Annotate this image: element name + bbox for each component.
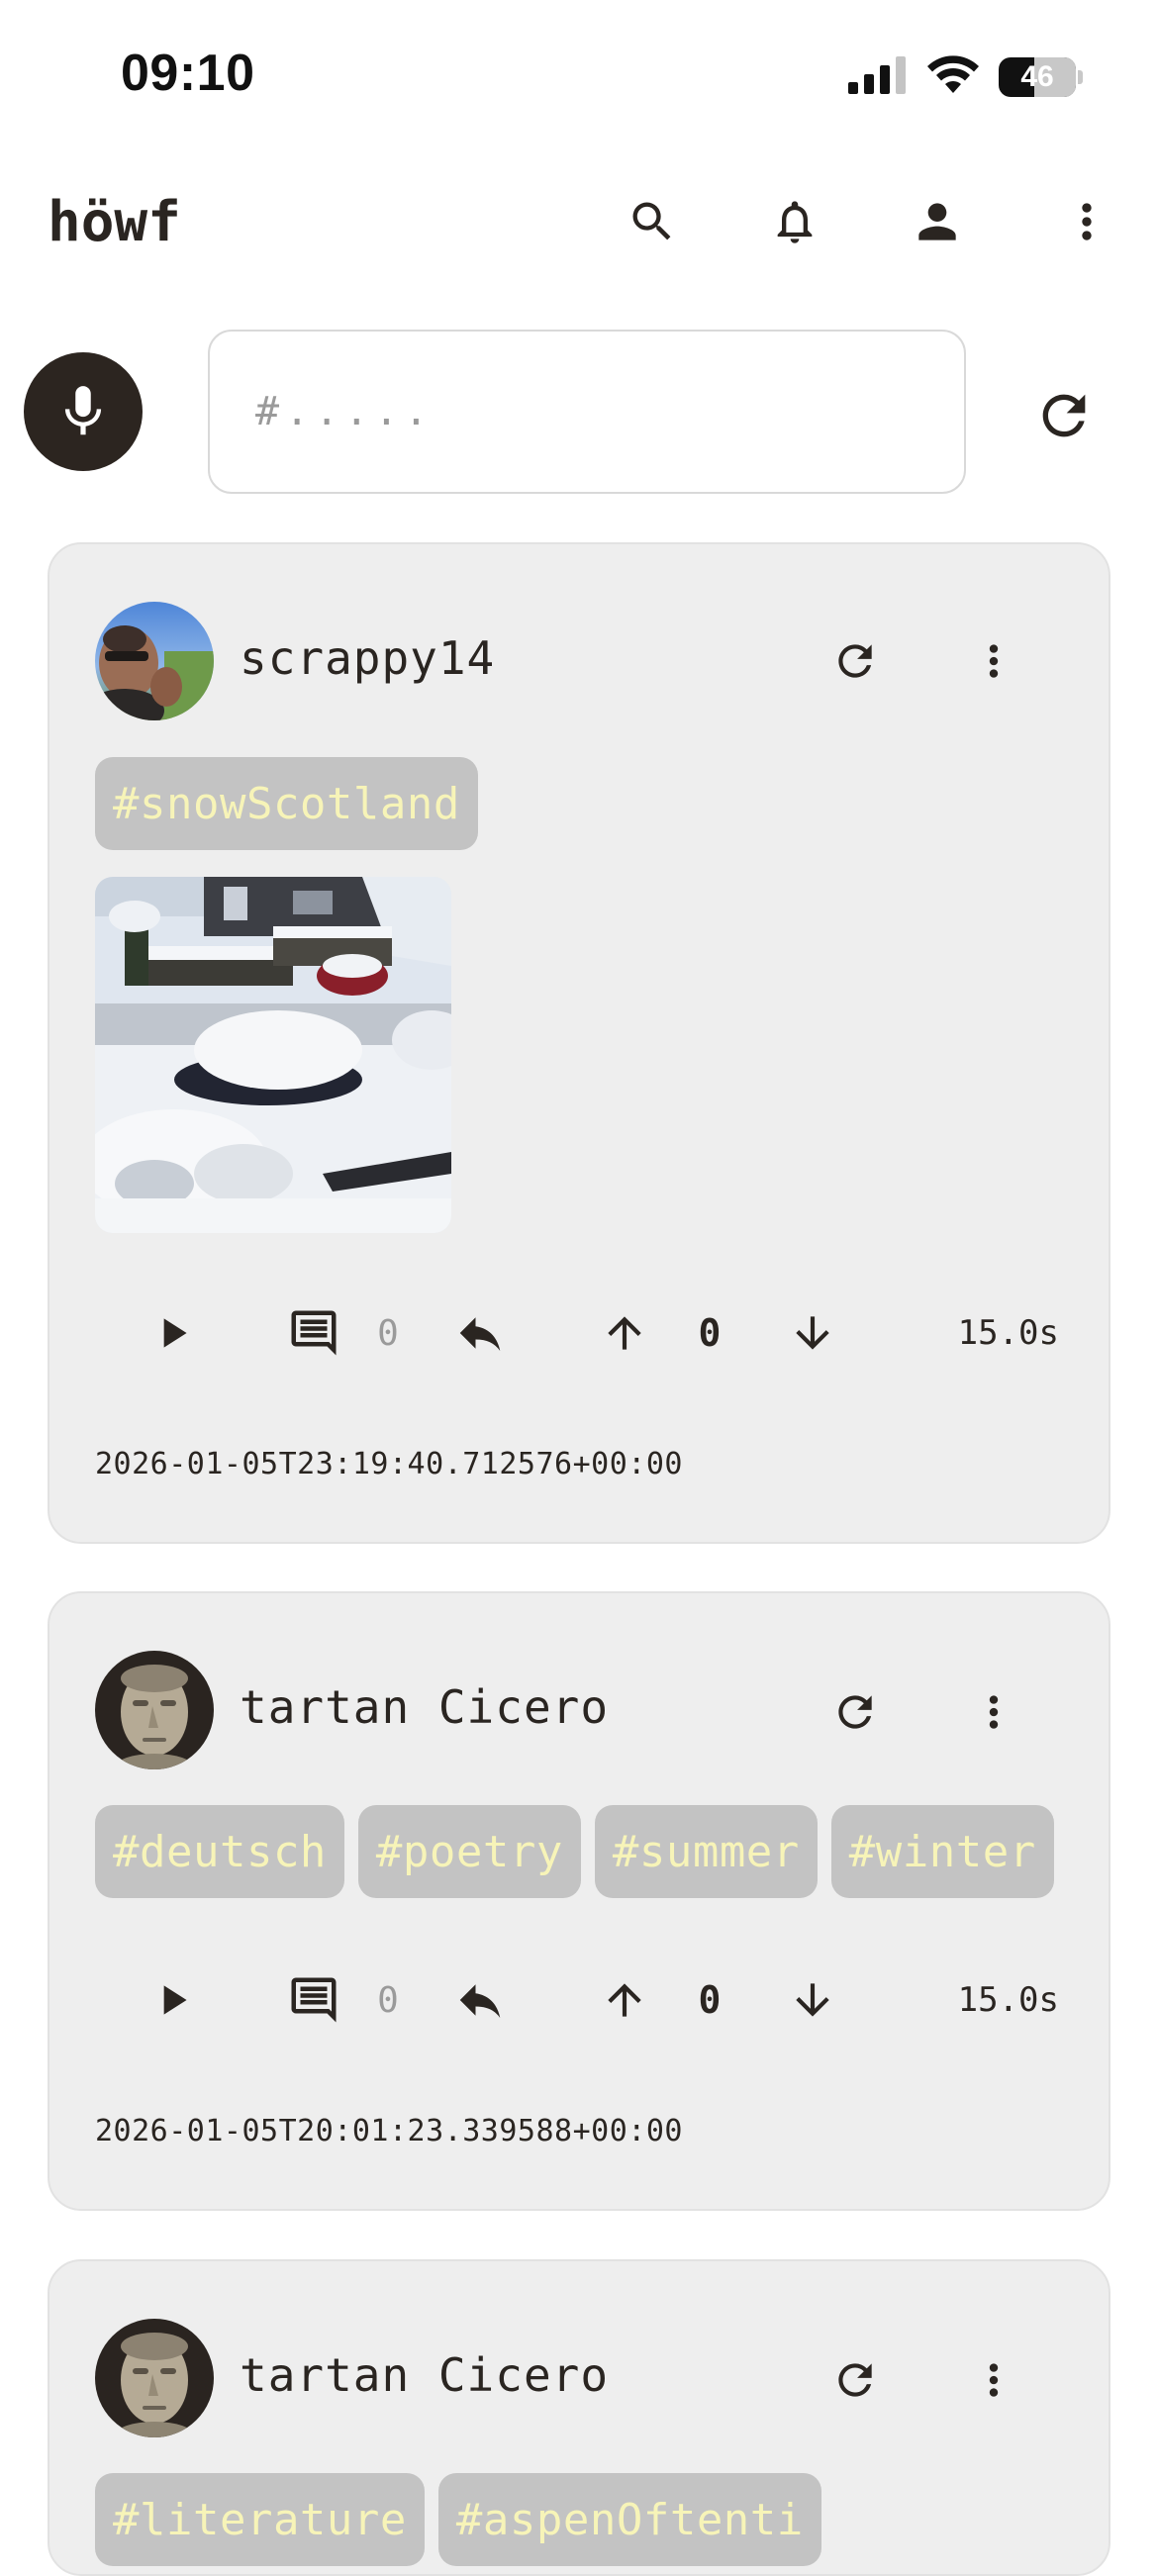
arrow-down-icon (796, 1983, 829, 2017)
avatar[interactable] (95, 1651, 214, 1769)
overflow-menu-button[interactable] (1055, 190, 1118, 253)
arrow-up-icon (608, 1983, 641, 2017)
post-image[interactable] (95, 877, 451, 1233)
tag-chip[interactable]: #literature (95, 2473, 425, 2566)
profile-button[interactable] (906, 190, 969, 253)
username[interactable]: scrappy14 (240, 631, 495, 685)
reply-icon (459, 1984, 501, 2018)
tag-chip[interactable]: #snowScotland (95, 757, 478, 850)
timestamp: 2026-01-05T23:19:40.712576+00:00 (95, 1447, 683, 1481)
tag-chip[interactable]: #aspenOftenti (437, 2473, 821, 2566)
username[interactable]: tartan Cicero (240, 1680, 609, 1734)
tag-row: #literature #aspenOftenti (95, 2473, 821, 2566)
refresh-icon (838, 2363, 872, 2397)
post-card: tartan Cicero #deutsch #poetry #summer #… (48, 1591, 1110, 2211)
upvote-button[interactable] (590, 1298, 659, 1368)
post-refresh-button[interactable] (823, 1680, 887, 1744)
post-menu-button[interactable] (962, 1680, 1025, 1744)
post-actions: 0 0 15.0s (49, 1298, 1109, 1368)
vote-score: 0 (698, 1311, 722, 1355)
more-vert-icon (989, 2363, 999, 2397)
reply-button[interactable] (445, 1298, 515, 1368)
timestamp: 2026-01-05T20:01:23.339588+00:00 (95, 2114, 683, 2148)
status-time: 09:10 (121, 45, 255, 102)
microphone-icon (64, 386, 102, 435)
username[interactable]: tartan Cicero (240, 2348, 609, 2402)
play-icon (163, 1985, 187, 2015)
avatar[interactable] (95, 602, 214, 720)
record-button[interactable] (24, 352, 143, 471)
wifi-icon (925, 55, 981, 99)
more-vert-icon (1082, 203, 1092, 240)
search-icon (632, 202, 671, 240)
status-icons: 46 (846, 55, 1083, 99)
play-button[interactable] (143, 1965, 202, 2035)
app-bar: höwf (0, 168, 1158, 277)
app-logo[interactable]: höwf (48, 190, 181, 254)
avatar[interactable] (95, 2319, 214, 2437)
refresh-icon (838, 1695, 872, 1729)
comments-button[interactable] (279, 1965, 348, 2035)
refresh-icon (1042, 394, 1086, 437)
downvote-button[interactable] (778, 1965, 847, 2035)
bell-icon (777, 201, 813, 243)
post-refresh-button[interactable] (823, 2348, 887, 2412)
battery-level: 46 (1020, 60, 1054, 93)
reply-icon (459, 1317, 501, 1351)
tag-chip[interactable]: #deutsch (95, 1805, 344, 1898)
tag-chip[interactable]: #summer (594, 1805, 818, 1898)
tag-row: #deutsch #poetry #summer #winter (95, 1805, 1054, 1898)
refresh-icon (838, 644, 872, 678)
more-vert-icon (989, 1695, 999, 1729)
duration: 15.0s (957, 1980, 1059, 2020)
signal-icon (846, 56, 908, 98)
play-icon (163, 1318, 187, 1348)
status-bar: 09:10 46 (0, 0, 1158, 148)
tag-input[interactable] (210, 332, 964, 492)
duration: 15.0s (957, 1313, 1059, 1353)
person-icon (918, 203, 956, 240)
comment-icon (291, 1310, 337, 1356)
comment-count: 0 (377, 1979, 399, 2021)
post-refresh-button[interactable] (823, 629, 887, 693)
arrow-down-icon (796, 1316, 829, 1350)
comments-button[interactable] (279, 1298, 348, 1368)
play-button[interactable] (143, 1298, 202, 1368)
more-vert-icon (989, 644, 999, 678)
arrow-up-icon (608, 1316, 641, 1350)
comment-count: 0 (377, 1312, 399, 1354)
reply-button[interactable] (445, 1965, 515, 2035)
tag-chip[interactable]: #poetry (357, 1805, 581, 1898)
tag-chip[interactable]: #winter (830, 1805, 1054, 1898)
post-actions: 0 0 15.0s (49, 1965, 1109, 2035)
post-menu-button[interactable] (962, 629, 1025, 693)
vote-score: 0 (698, 1978, 722, 2022)
upvote-button[interactable] (590, 1965, 659, 2035)
notifications-button[interactable] (763, 190, 826, 253)
post-menu-button[interactable] (962, 2348, 1025, 2412)
post-card: scrappy14 #snowScotland 0 0 15.0s 2026-0… (48, 542, 1110, 1544)
tag-row: #snowScotland (95, 757, 478, 850)
comment-icon (291, 1977, 337, 2023)
post-card: tartan Cicero #literature #aspenOftenti (48, 2259, 1110, 2576)
search-button[interactable] (621, 190, 684, 253)
downvote-button[interactable] (778, 1298, 847, 1368)
battery-icon: 46 (999, 57, 1076, 97)
feed-refresh-button[interactable] (1029, 381, 1099, 450)
tag-input-container (208, 330, 966, 494)
